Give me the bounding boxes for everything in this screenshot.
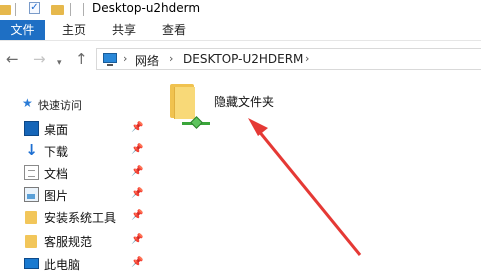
divider [70,3,71,16]
up-button[interactable]: ↑ [75,51,88,67]
sidebar-item-service-guide[interactable]: 客服规范 📌 [24,232,146,250]
sidebar-item-label: 桌面 [44,123,69,137]
breadcrumb-chevron-icon[interactable]: › [169,52,173,65]
tab-view[interactable]: 查看 [162,20,186,40]
network-location-icon [103,53,117,66]
breadcrumb-computer[interactable]: DESKTOP-U2HDERM [183,52,303,66]
sidebar-item-documents[interactable]: 文档 📌 [24,164,146,182]
network-share-icon [182,116,210,130]
sidebar-item-label: 下载 [44,145,69,159]
sidebar-item-label: 此电脑 [44,258,81,272]
pin-icon: 📌 [131,257,144,268]
folder-icon [24,233,39,248]
pin-icon: 📌 [131,188,144,199]
sidebar-item-label: 文档 [44,167,69,181]
tab-home[interactable]: 主页 [62,20,86,40]
desktop-icon [24,121,39,136]
window-title: Desktop-u2hderm [92,1,201,15]
forward-button[interactable]: → [33,51,46,67]
properties-icon[interactable]: ✓ [29,2,40,14]
this-pc-icon [24,258,39,269]
breadcrumb-chevron-icon[interactable]: › [123,52,127,65]
sidebar-item-this-pc[interactable]: 此电脑 📌 [24,255,146,273]
sidebar-item-pictures[interactable]: 图片 📌 [24,186,146,204]
pin-icon: 📌 [131,234,144,245]
recent-locations-chevron-icon[interactable]: ▾ [57,55,62,71]
star-icon: ★ [22,96,33,110]
file-list: 隐藏文件夹 [150,78,481,277]
sidebar-item-downloads[interactable]: ↓ 下载 📌 [24,142,146,160]
folder-icon [24,209,39,224]
folder-icon [0,2,11,16]
pin-icon: 📌 [131,122,144,133]
new-folder-icon[interactable] [51,2,65,16]
divider [15,3,16,16]
pictures-icon [24,187,39,202]
navigation-bar: ← → ▾ ↑ › 网络 › DESKTOP-U2HDERM › [0,41,481,78]
download-icon: ↓ [25,141,38,159]
tab-file[interactable]: 文件 [0,20,45,40]
pin-icon: 📌 [131,144,144,155]
ribbon-tabs: 文件 主页 共享 查看 [0,20,481,41]
tab-share[interactable]: 共享 [112,20,136,40]
sidebar-item-label: 安装系统工具 [44,211,117,225]
pin-icon: 📌 [131,210,144,221]
divider [83,3,84,16]
back-button[interactable]: ← [6,51,19,67]
document-icon [24,165,39,180]
sidebar-item-desktop[interactable]: 桌面 📌 [24,120,146,138]
breadcrumb-chevron-icon[interactable]: › [305,52,309,65]
navigation-pane: ★ 快速访问 桌面 📌 ↓ 下载 📌 文档 📌 图片 📌 安装系统工具 📌 客服… [0,78,150,277]
quick-access-label: 快速访问 [38,99,82,112]
breadcrumb-network[interactable]: 网络 [135,52,159,69]
title-bar: ✓ Desktop-u2hderm [0,0,481,20]
sidebar-item-system-tools[interactable]: 安装系统工具 📌 [24,208,146,226]
sidebar-item-label: 客服规范 [44,235,93,249]
pin-icon: 📌 [131,166,144,177]
sidebar-item-label: 图片 [44,189,69,203]
shared-folder-icon [170,84,210,129]
address-bar[interactable]: › 网络 › DESKTOP-U2HDERM › [96,48,481,70]
file-item-label: 隐藏文件夹 [214,95,275,109]
